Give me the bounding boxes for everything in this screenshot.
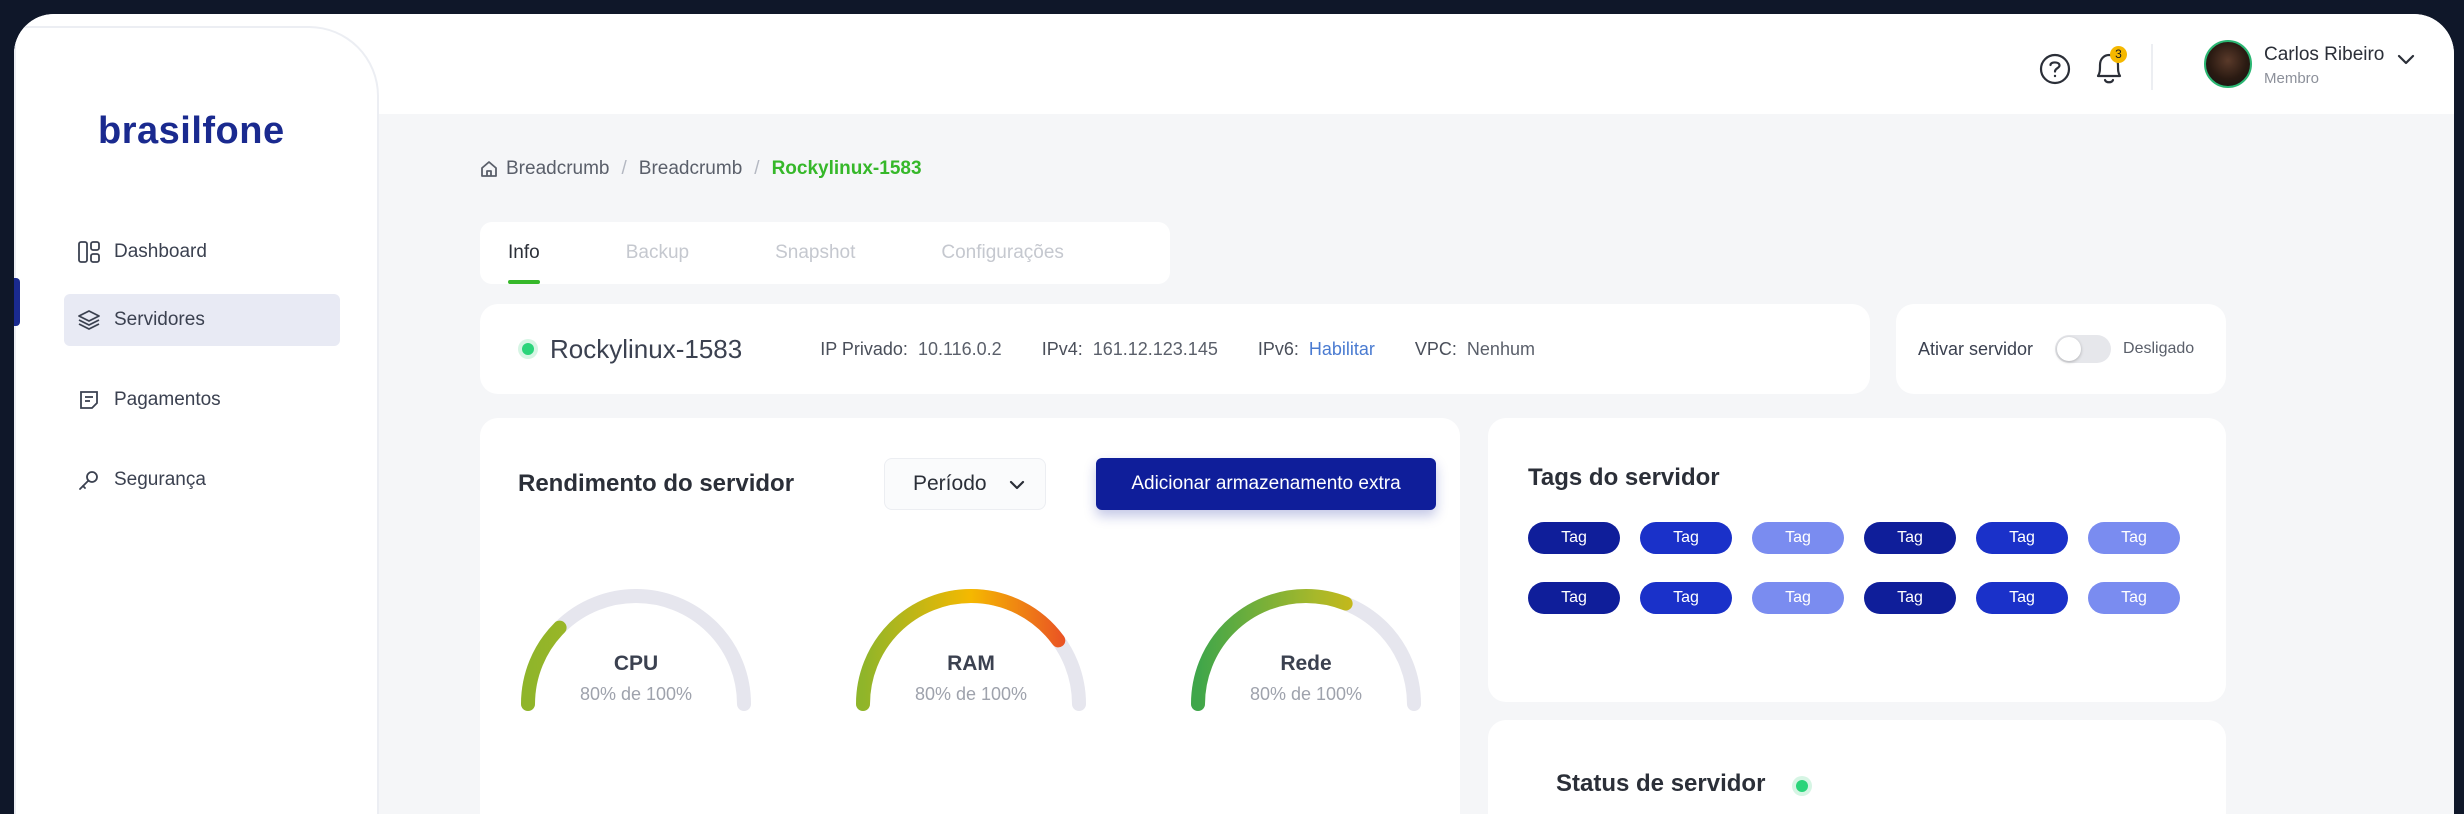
tab-bar: Info Backup Snapshot Configurações	[480, 222, 1170, 284]
breadcrumb-separator: /	[754, 158, 760, 179]
tag-chip[interactable]: Tag	[1640, 522, 1732, 554]
user-role: Membro	[2264, 70, 2320, 87]
gauge-title: CPU	[613, 652, 659, 675]
sidebar: brasilfone Dashboard Servidores Pagament…	[14, 26, 379, 814]
sidebar-item-label: Dashboard	[114, 241, 207, 262]
gauge-caption: 80% de 100%	[914, 684, 1028, 704]
tag-chip[interactable]: Tag	[2088, 522, 2180, 554]
breadcrumb-item[interactable]: Breadcrumb	[506, 158, 610, 180]
tag-list: Tag Tag Tag Tag Tag Tag Tag Tag Tag Tag …	[1528, 522, 2180, 614]
add-extra-storage-button[interactable]: Adicionar armazenamento extra	[1096, 458, 1436, 510]
ipv6: IPv6: Habilitar	[1258, 339, 1375, 360]
server-name: Rockylinux-1583	[550, 333, 743, 364]
ipv4: IPv4: 161.12.123.145	[1042, 339, 1218, 360]
breadcrumb: Breadcrumb / Breadcrumb / Rockylinux-158…	[480, 158, 922, 180]
ipv4-label: IPv4:	[1041, 338, 1083, 359]
ip-private-value: 10.116.0.2	[917, 338, 1002, 359]
tag-chip[interactable]: Tag	[1752, 582, 1844, 614]
activate-server-label: Ativar servidor	[1918, 338, 2034, 359]
ipv6-label: IPv6:	[1257, 338, 1299, 359]
tag-chip[interactable]: Tag	[1528, 582, 1620, 614]
vpc-value: Nenhum	[1466, 338, 1535, 359]
sidebar-item-dashboard[interactable]: Dashboard	[64, 226, 340, 278]
server-status-card: Status de servidor	[1488, 720, 2226, 814]
server-info-bar: Rockylinux-1583 IP Privado: 10.116.0.2 IP…	[480, 304, 1870, 394]
ipv6-enable-link[interactable]: Habilitar	[1309, 339, 1375, 359]
tag-chip[interactable]: Tag	[1976, 522, 2068, 554]
cpu-gauge: CPU 80% de 100%	[516, 582, 756, 722]
gauge-title: Rede	[1280, 652, 1332, 675]
status-title: Status de servidor	[1556, 770, 1766, 797]
breadcrumb-current: Rockylinux-1583	[771, 158, 922, 179]
user-name[interactable]: Carlos Ribeiro	[2264, 44, 2384, 66]
tag-chip[interactable]: Tag	[1976, 582, 2068, 614]
help-icon[interactable]	[2038, 52, 2072, 91]
breadcrumb-separator: /	[621, 158, 627, 179]
ip-private-label: IP Privado:	[820, 338, 908, 359]
top-bar	[14, 14, 2454, 114]
dashboard-icon	[76, 239, 102, 265]
app-frame: brasilfone Dashboard Servidores Pagament…	[14, 14, 2454, 814]
chevron-down-icon	[1007, 475, 1027, 501]
tag-chip[interactable]: Tag	[1640, 582, 1732, 614]
vpc-label: VPC:	[1414, 338, 1457, 359]
layers-icon	[76, 307, 102, 333]
vpc: VPC: Nenhum	[1415, 339, 1535, 360]
sidebar-item-label: Servidores	[114, 309, 205, 330]
tag-chip[interactable]: Tag	[1528, 522, 1620, 554]
status-dot	[522, 343, 534, 355]
home-icon[interactable]	[480, 160, 498, 178]
header-divider	[2151, 44, 2153, 90]
gauge-caption: 80% de 100%	[1249, 684, 1363, 704]
sidebar-item-label: Pagamentos	[114, 389, 221, 410]
status-dot	[1796, 780, 1808, 792]
sidebar-item-pagamentos[interactable]: Pagamentos	[64, 374, 340, 426]
activate-server-state: Desligado	[2123, 340, 2195, 357]
activate-server-toggle[interactable]	[2055, 335, 2112, 363]
tag-chip[interactable]: Tag	[1864, 582, 1956, 614]
notification-badge: 3	[2110, 46, 2127, 63]
ip-private: IP Privado: 10.116.0.2	[820, 339, 1001, 360]
chevron-down-icon[interactable]	[2396, 52, 2416, 71]
breadcrumb-item[interactable]: Breadcrumb	[639, 158, 743, 180]
period-select[interactable]: Período	[884, 458, 1046, 510]
tags-title: Tags do servidor	[1528, 464, 1720, 491]
activate-server-card: Ativar servidor Desligado	[1896, 304, 2226, 394]
sidebar-item-label: Segurança	[114, 469, 206, 490]
tag-chip[interactable]: Tag	[1752, 522, 1844, 554]
ipv4-value: 161.12.123.145	[1092, 338, 1218, 359]
network-gauge: Rede 80% de 100%	[1186, 582, 1426, 722]
sidebar-active-marker	[14, 278, 20, 326]
avatar[interactable]	[2204, 40, 2252, 88]
tab-snapshot[interactable]: Snapshot	[775, 222, 855, 284]
performance-title: Rendimento do servidor	[518, 470, 795, 497]
ram-gauge: RAM 80% de 100%	[851, 582, 1091, 722]
tag-chip[interactable]: Tag	[1864, 522, 1956, 554]
tab-backup[interactable]: Backup	[626, 222, 689, 284]
payments-icon	[76, 387, 102, 413]
brand-logo[interactable]: brasilfone	[98, 110, 285, 153]
tag-chip[interactable]: Tag	[2088, 582, 2180, 614]
key-icon	[76, 467, 102, 493]
tab-info[interactable]: Info	[508, 222, 540, 284]
sidebar-item-seguranca[interactable]: Segurança	[64, 454, 340, 506]
tab-configuracoes[interactable]: Configurações	[941, 222, 1064, 284]
gauge-caption: 80% de 100%	[579, 684, 693, 704]
period-label: Período	[913, 472, 987, 495]
server-tags-card: Tags do servidor Tag Tag Tag Tag Tag Tag…	[1488, 418, 2226, 702]
performance-card: Rendimento do servidor Período Adicionar…	[480, 418, 1460, 814]
gauge-title: RAM	[947, 652, 995, 675]
sidebar-item-servidores[interactable]: Servidores	[64, 294, 340, 346]
